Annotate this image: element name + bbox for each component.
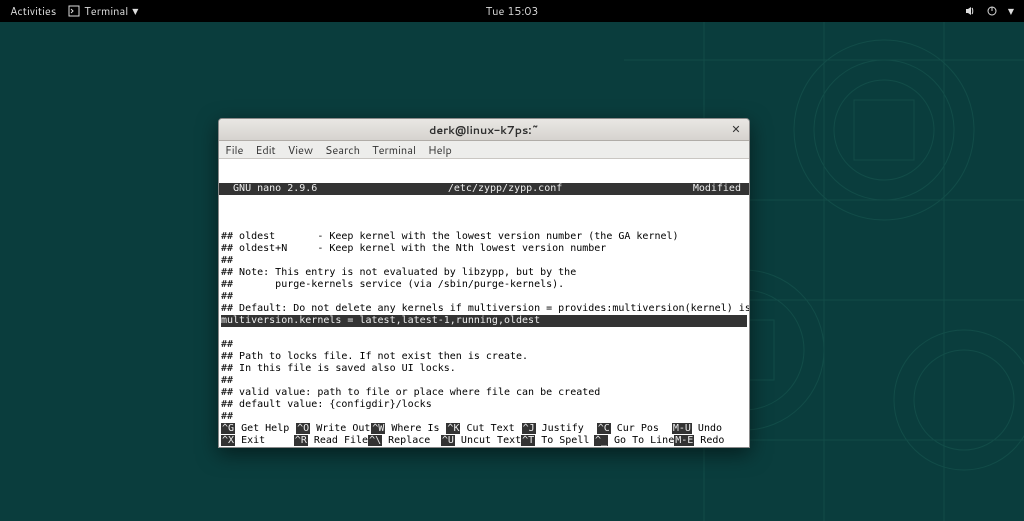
volume-icon — [964, 5, 976, 17]
nano-shortcut: ^_ Go To Line — [594, 435, 674, 447]
terminal-window: derk@linux-k7ps:~ ✕ File Edit View Searc… — [218, 118, 750, 448]
nano-shortcut: ^W Where Is — [371, 423, 446, 435]
window-titlebar[interactable]: derk@linux-k7ps:~ ✕ — [219, 119, 749, 141]
nano-shortcut: M-E Redo — [674, 435, 747, 447]
chevron-down-icon: ▼ — [132, 5, 138, 17]
nano-shortcut-key: ^W — [371, 423, 385, 434]
editor-line: ## — [221, 375, 747, 387]
nano-shortcut-key: ^T — [521, 435, 535, 446]
editor-line: ## default value: {configdir}/locks — [221, 399, 747, 411]
nano-shortcut-key: M-E — [674, 435, 694, 446]
menu-terminal[interactable]: Terminal — [372, 142, 416, 158]
nano-shortcut-key: ^K — [446, 423, 460, 434]
editor-line: ## oldest - Keep kernel with the lowest … — [221, 231, 747, 243]
nano-shortcut-key: ^C — [597, 423, 611, 434]
nano-shortcut: ^R Read File — [294, 435, 368, 447]
menu-file[interactable]: File — [225, 142, 243, 158]
nano-shortcut-key: ^O — [296, 423, 310, 434]
editor-line: ## Note: This entry is not evaluated by … — [221, 267, 747, 279]
system-status-area[interactable]: ▼ — [964, 5, 1024, 17]
chevron-down-icon: ▼ — [1008, 5, 1014, 17]
nano-shortcut: ^J Justify — [522, 423, 597, 435]
nano-filename: /etc/zypp/zypp.conf — [317, 183, 692, 195]
close-button[interactable]: ✕ — [729, 122, 743, 136]
menu-view[interactable]: View — [288, 142, 313, 158]
close-icon: ✕ — [731, 121, 740, 137]
nano-version: GNU nano 2.9.6 — [221, 183, 317, 195]
nano-shortcut-key: ^J — [522, 423, 536, 434]
menu-edit[interactable]: Edit — [255, 142, 275, 158]
nano-shortcut-key: ^_ — [594, 435, 608, 446]
nano-shortcut: M-U Undo — [672, 423, 747, 435]
nano-shortcut: ^K Cut Text — [446, 423, 521, 435]
nano-shortcut-key: ^U — [441, 435, 455, 446]
app-menu-label: Terminal — [84, 3, 128, 19]
gnome-topbar: Activities Terminal ▼ Tue 15:03 ▼ — [0, 0, 1024, 22]
nano-shortcut-key: ^R — [294, 435, 308, 446]
nano-shortcut-key: M-U — [672, 423, 692, 434]
nano-buffer: ## oldest - Keep kernel with the lowest … — [219, 219, 749, 447]
nano-shortcut: ^G Get Help — [221, 423, 296, 435]
editor-line: ## — [221, 291, 747, 303]
window-title: derk@linux-k7ps:~ — [429, 122, 539, 138]
editor-line: ## oldest+N - Keep kernel with the Nth l… — [221, 243, 747, 255]
clock[interactable]: Tue 15:03 — [486, 3, 539, 19]
nano-shortcut: ^\ Replace — [368, 435, 441, 447]
menu-help[interactable]: Help — [428, 142, 452, 158]
power-icon — [986, 5, 998, 17]
nano-shortcut-key: ^\ — [368, 435, 382, 446]
editor-line — [221, 219, 747, 231]
nano-shortcut: ^C Cur Pos — [597, 423, 672, 435]
editor-line: ## valid value: path to file or place wh… — [221, 387, 747, 399]
nano-shortcut: ^U Uncut Text — [441, 435, 521, 447]
editor-line — [221, 327, 747, 339]
nano-shortcut: ^O Write Out — [296, 423, 371, 435]
editor-line: ## Default: Do not delete any kernels if… — [221, 303, 747, 315]
nano-shortcut: ^T To Spell — [521, 435, 594, 447]
menubar: File Edit View Search Terminal Help — [219, 141, 749, 159]
nano-titlebar: GNU nano 2.9.6 /etc/zypp/zypp.conf Modif… — [219, 183, 749, 195]
terminal-content[interactable]: GNU nano 2.9.6 /etc/zypp/zypp.conf Modif… — [219, 159, 749, 447]
menu-search[interactable]: Search — [325, 142, 360, 158]
terminal-icon — [68, 5, 80, 17]
nano-shortcut-bar: ^G Get Help^O Write Out^W Where Is^K Cut… — [219, 423, 749, 447]
nano-shortcut: ^X Exit — [221, 435, 294, 447]
editor-line-cursor: multiversion.kernels = latest,latest-1,r… — [221, 315, 747, 327]
editor-line: ## In this file is saved also UI locks. — [221, 363, 747, 375]
editor-line: ## Path to locks file. If not exist then… — [221, 351, 747, 363]
nano-shortcut-key: ^X — [221, 435, 235, 446]
nano-shortcut-key: ^G — [221, 423, 235, 434]
editor-line: ## — [221, 255, 747, 267]
editor-line: ## — [221, 339, 747, 351]
activities-button[interactable]: Activities — [10, 3, 56, 19]
app-menu-button[interactable]: Terminal ▼ — [68, 3, 138, 19]
nano-status: Modified — [693, 183, 747, 195]
editor-line: ## purge-kernels service (via /sbin/purg… — [221, 279, 747, 291]
editor-line: ## — [221, 411, 747, 423]
